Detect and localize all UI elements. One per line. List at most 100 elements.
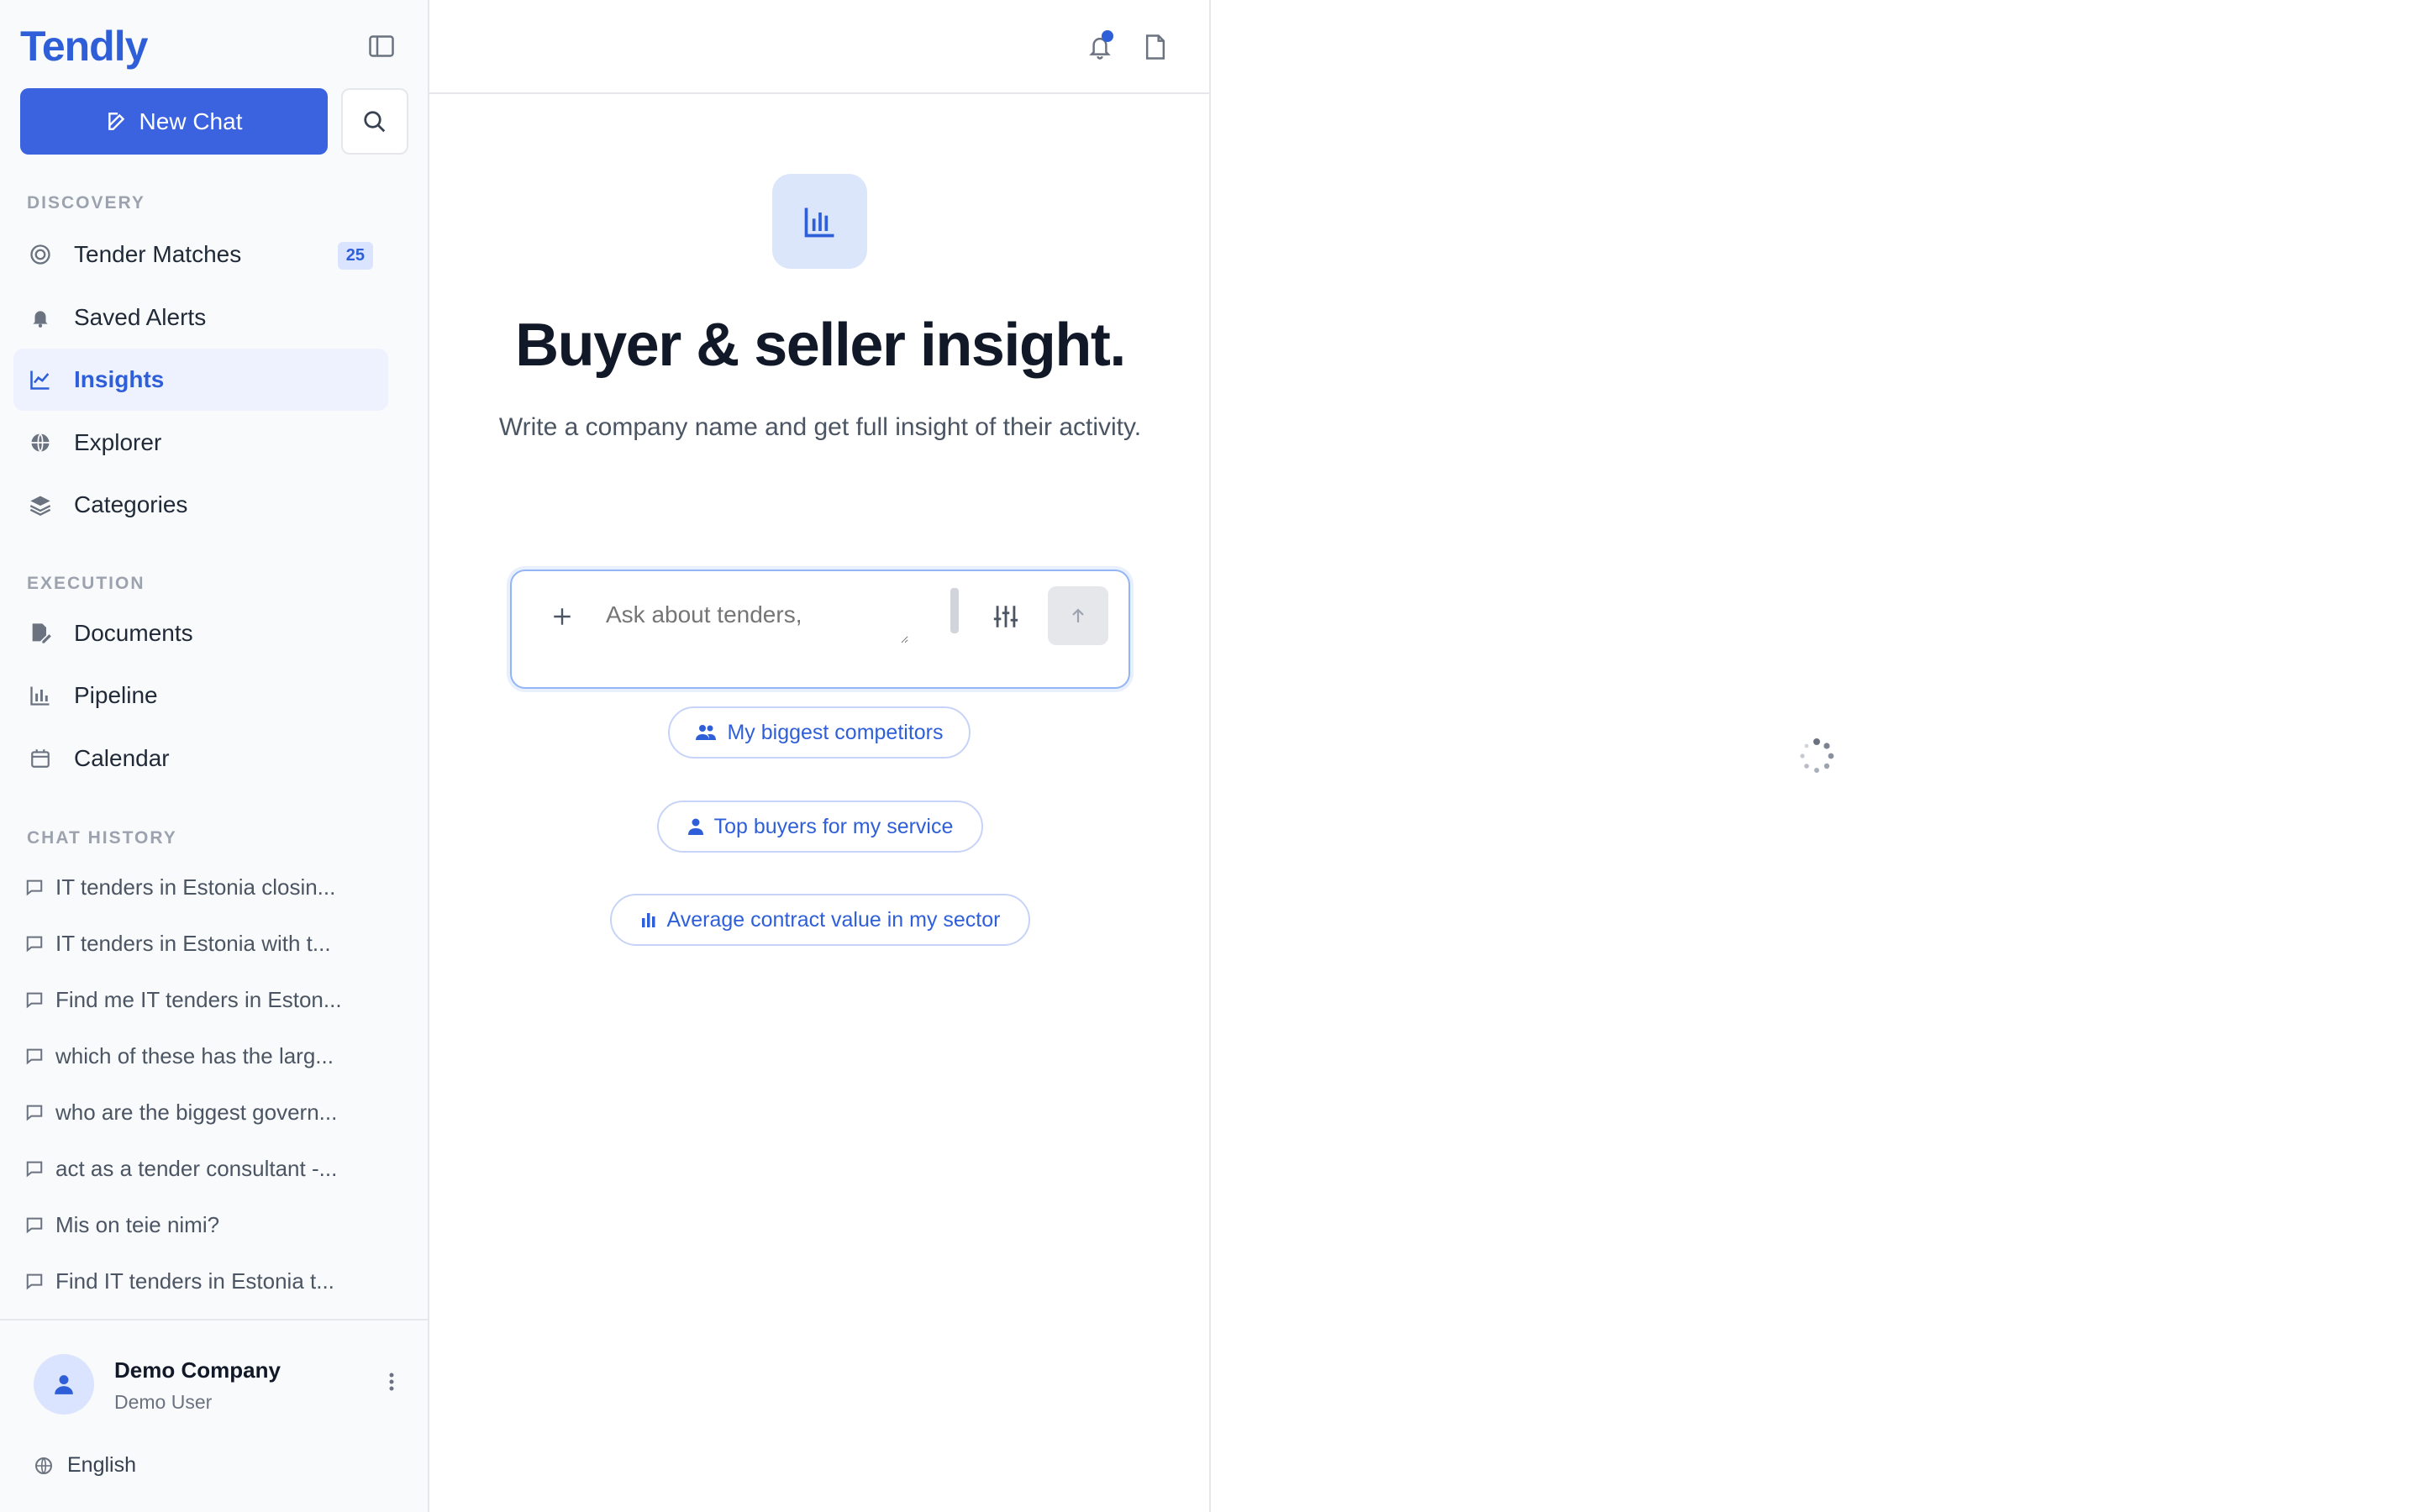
chat-history-label: IT tenders in Estonia with t... [55,930,331,956]
section-label-chat-history: CHAT HISTORY [27,828,177,848]
message-icon [26,992,43,1009]
chat-input[interactable] [606,601,908,643]
target-icon [30,244,50,265]
app-logo[interactable]: Tendly [20,22,148,71]
insights-hero-icon-box [772,174,867,269]
file-edit-icon [32,623,51,643]
file-icon [1145,34,1165,60]
chat-history-item[interactable]: act as a tender consultant -... [25,1147,378,1189]
chat-history-label: Find IT tenders in Estonia t... [55,1268,334,1294]
chat-input-container [510,570,1130,689]
bar-chart-icon [804,207,834,237]
search-icon [364,110,386,132]
sidebar-item-insights[interactable]: Insights [13,349,388,411]
suggestion-label: Top buyers for my service [713,814,954,838]
message-icon [26,1217,43,1234]
suggestion-chip-average-contract[interactable]: Average contract value in my sector [610,894,1030,946]
user-icon [687,818,703,835]
message-icon [26,936,43,953]
avatar[interactable] [34,1354,94,1415]
send-button[interactable] [1048,586,1108,645]
chat-topbar [429,0,1211,94]
documents-button[interactable] [1137,30,1174,64]
chat-history-label: Mis on teie nimi? [55,1211,220,1237]
bell-icon [33,311,48,328]
sidebar-toggle-button[interactable] [365,32,398,60]
new-chat-button[interactable]: New Chat [20,88,328,155]
account-menu-button[interactable] [383,1369,400,1399]
company-name: Demo Company [114,1357,281,1383]
layers-icon [29,496,51,516]
edit-icon [108,112,124,130]
chat-history-label: IT tenders in Estonia closin... [55,874,336,900]
sidebar-item-label: Saved Alerts [74,304,207,330]
chat-history-item[interactable]: Mis on teie nimi? [25,1204,378,1246]
bar-chart-icon [30,686,50,706]
arrow-up-icon [1072,608,1084,622]
chat-history-item[interactable]: who are the biggest govern... [25,1091,378,1133]
filters-button[interactable] [987,598,1024,635]
language-label: English [67,1453,136,1477]
sidebar-item-label: Calendar [74,745,170,771]
message-icon [26,879,43,896]
input-scrollbar[interactable] [950,588,959,633]
suggestion-label: My biggest competitors [727,720,944,744]
attach-button[interactable] [545,600,579,633]
suggestion-label: Average contract value in my sector [666,907,1001,932]
chat-history-item[interactable]: Find IT tenders in Estonia t... [25,1260,378,1302]
sidebar-item-tender-matches[interactable]: Tender Matches 25 [13,223,388,286]
notifications-button[interactable] [1081,30,1118,64]
message-icon [26,1105,43,1121]
users-icon [696,725,717,740]
new-chat-label: New Chat [139,108,243,134]
section-label-discovery: DISCOVERY [27,193,145,213]
chat-history-label: which of these has the larg... [55,1042,334,1068]
chat-history-label: who are the biggest govern... [55,1099,338,1125]
page-title: Buyer & seller insight. [515,312,1126,379]
sidebar-item-label: Categories [74,491,188,517]
loading-spinner-icon [1800,738,1834,773]
count-badge: 25 [337,242,373,270]
sidebar-item-label: Insights [74,366,165,392]
sidebar-item-categories[interactable]: Categories [13,474,388,536]
sidebar-item-saved-alerts[interactable]: Saved Alerts [13,286,388,349]
suggestion-chip-top-buyers[interactable]: Top buyers for my service [657,801,983,853]
chat-history-label: Find me IT tenders in Eston... [55,986,342,1012]
section-label-execution: EXECUTION [27,574,145,593]
line-chart-icon [30,370,50,390]
suggestion-chip-competitors[interactable]: My biggest competitors [668,706,971,759]
sidebar-item-explorer[interactable]: Explorer [13,412,388,474]
sliders-icon [993,606,1018,627]
search-button[interactable] [341,88,408,155]
message-icon [26,1273,43,1290]
chat-history-item[interactable]: which of these has the larg... [25,1035,378,1077]
calendar-icon [31,749,50,768]
globe-icon [35,1457,52,1474]
sidebar-footer: Demo Company Demo User English [0,1319,428,1512]
sidebar-item-pipeline[interactable]: Pipeline [13,664,388,727]
sidebar: Tendly New Chat DISCOVERY Tender Matches… [0,0,429,1512]
sidebar-item-label: Tender Matches [74,241,242,267]
message-icon [26,1048,43,1065]
sidebar-item-calendar[interactable]: Calendar [13,727,388,790]
chat-history-item[interactable]: IT tenders in Estonia closin... [25,866,378,908]
sidebar-item-label: Explorer [74,429,162,455]
sidebar-item-documents[interactable]: Documents [13,602,388,664]
panel-divider [1209,0,1211,1512]
chat-history-label: act as a tender consultant -... [55,1155,338,1181]
language-selector[interactable]: English [34,1453,136,1478]
message-icon [26,1161,43,1178]
sidebar-item-label: Pipeline [74,682,158,708]
bar-chart-icon [641,913,655,927]
user-icon [55,1375,73,1394]
chat-history-item[interactable]: IT tenders in Estonia with t... [25,922,378,964]
notification-dot [1102,30,1113,42]
user-name: Demo User [114,1391,213,1413]
sidebar-toggle-icon [369,35,394,57]
sidebar-item-label: Documents [74,620,193,646]
chat-history-item[interactable]: Find me IT tenders in Eston... [25,979,378,1021]
globe-icon [31,433,50,453]
page-subtitle: Write a company name and get full insigh… [498,413,1142,441]
more-vertical-icon [389,1373,394,1391]
plus-icon [554,608,571,625]
